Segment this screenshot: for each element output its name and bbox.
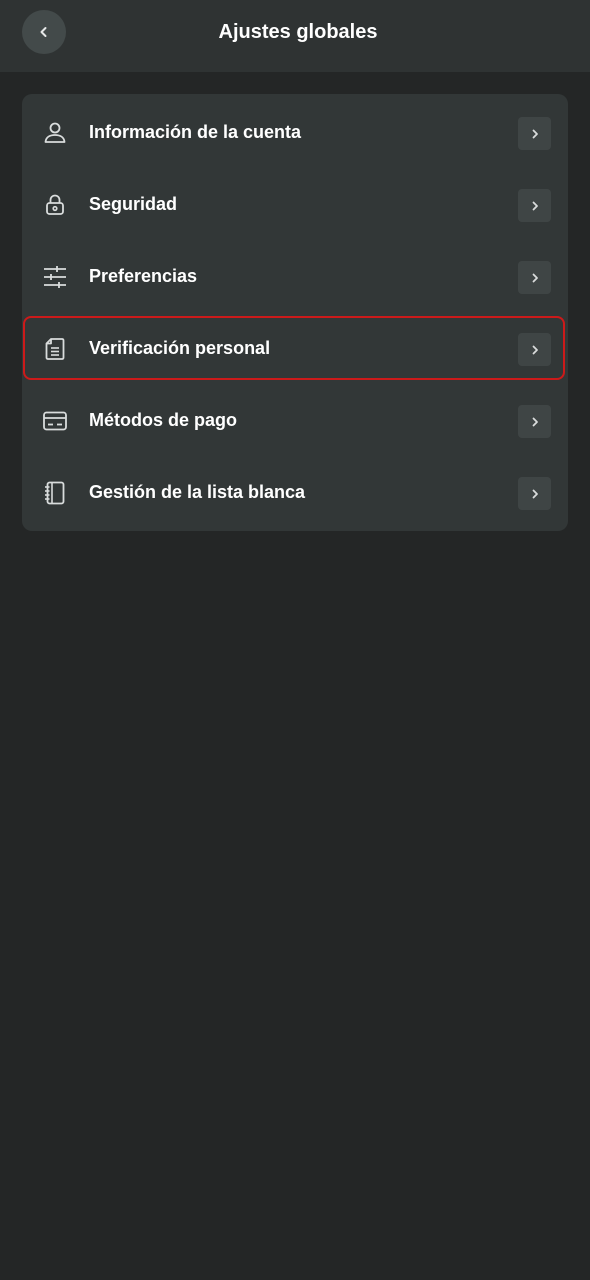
settings-list: Información de la cuenta Seguridad Prefe… — [22, 94, 568, 531]
settings-item-label: Métodos de pago — [89, 409, 237, 430]
settings-item-label: Seguridad — [89, 193, 178, 214]
top-app-bar: Ajustes globales — [0, 0, 590, 72]
settings-item-label: Gestión de la lista blanca — [89, 481, 306, 502]
lock-icon — [42, 192, 68, 218]
credit-card-icon — [42, 408, 68, 434]
chevron-right-icon — [518, 261, 551, 294]
chevron-right-icon — [518, 333, 551, 366]
page-title: Ajustes globales — [218, 20, 378, 43]
user-icon — [42, 120, 68, 146]
settings-item-personal-verification[interactable]: Verificación personal — [22, 312, 568, 384]
settings-item-whitelist-management[interactable]: Gestión de la lista blanca — [22, 456, 568, 528]
settings-item-preferences[interactable]: Preferencias — [22, 240, 568, 312]
settings-item-label: Información de la cuenta — [89, 121, 302, 142]
settings-item-payment-methods[interactable]: Métodos de pago — [22, 384, 568, 456]
notebook-icon — [42, 480, 68, 506]
document-icon — [42, 336, 68, 362]
sliders-icon — [42, 264, 68, 290]
settings-item-account-info[interactable]: Información de la cuenta — [22, 96, 568, 168]
settings-item-label: Preferencias — [89, 265, 198, 286]
settings-item-label: Verificación personal — [89, 337, 271, 358]
chevron-right-icon — [518, 189, 551, 222]
settings-item-security[interactable]: Seguridad — [22, 168, 568, 240]
chevron-right-icon — [518, 117, 551, 150]
chevron-right-icon — [518, 405, 551, 438]
chevron-right-icon — [518, 477, 551, 510]
